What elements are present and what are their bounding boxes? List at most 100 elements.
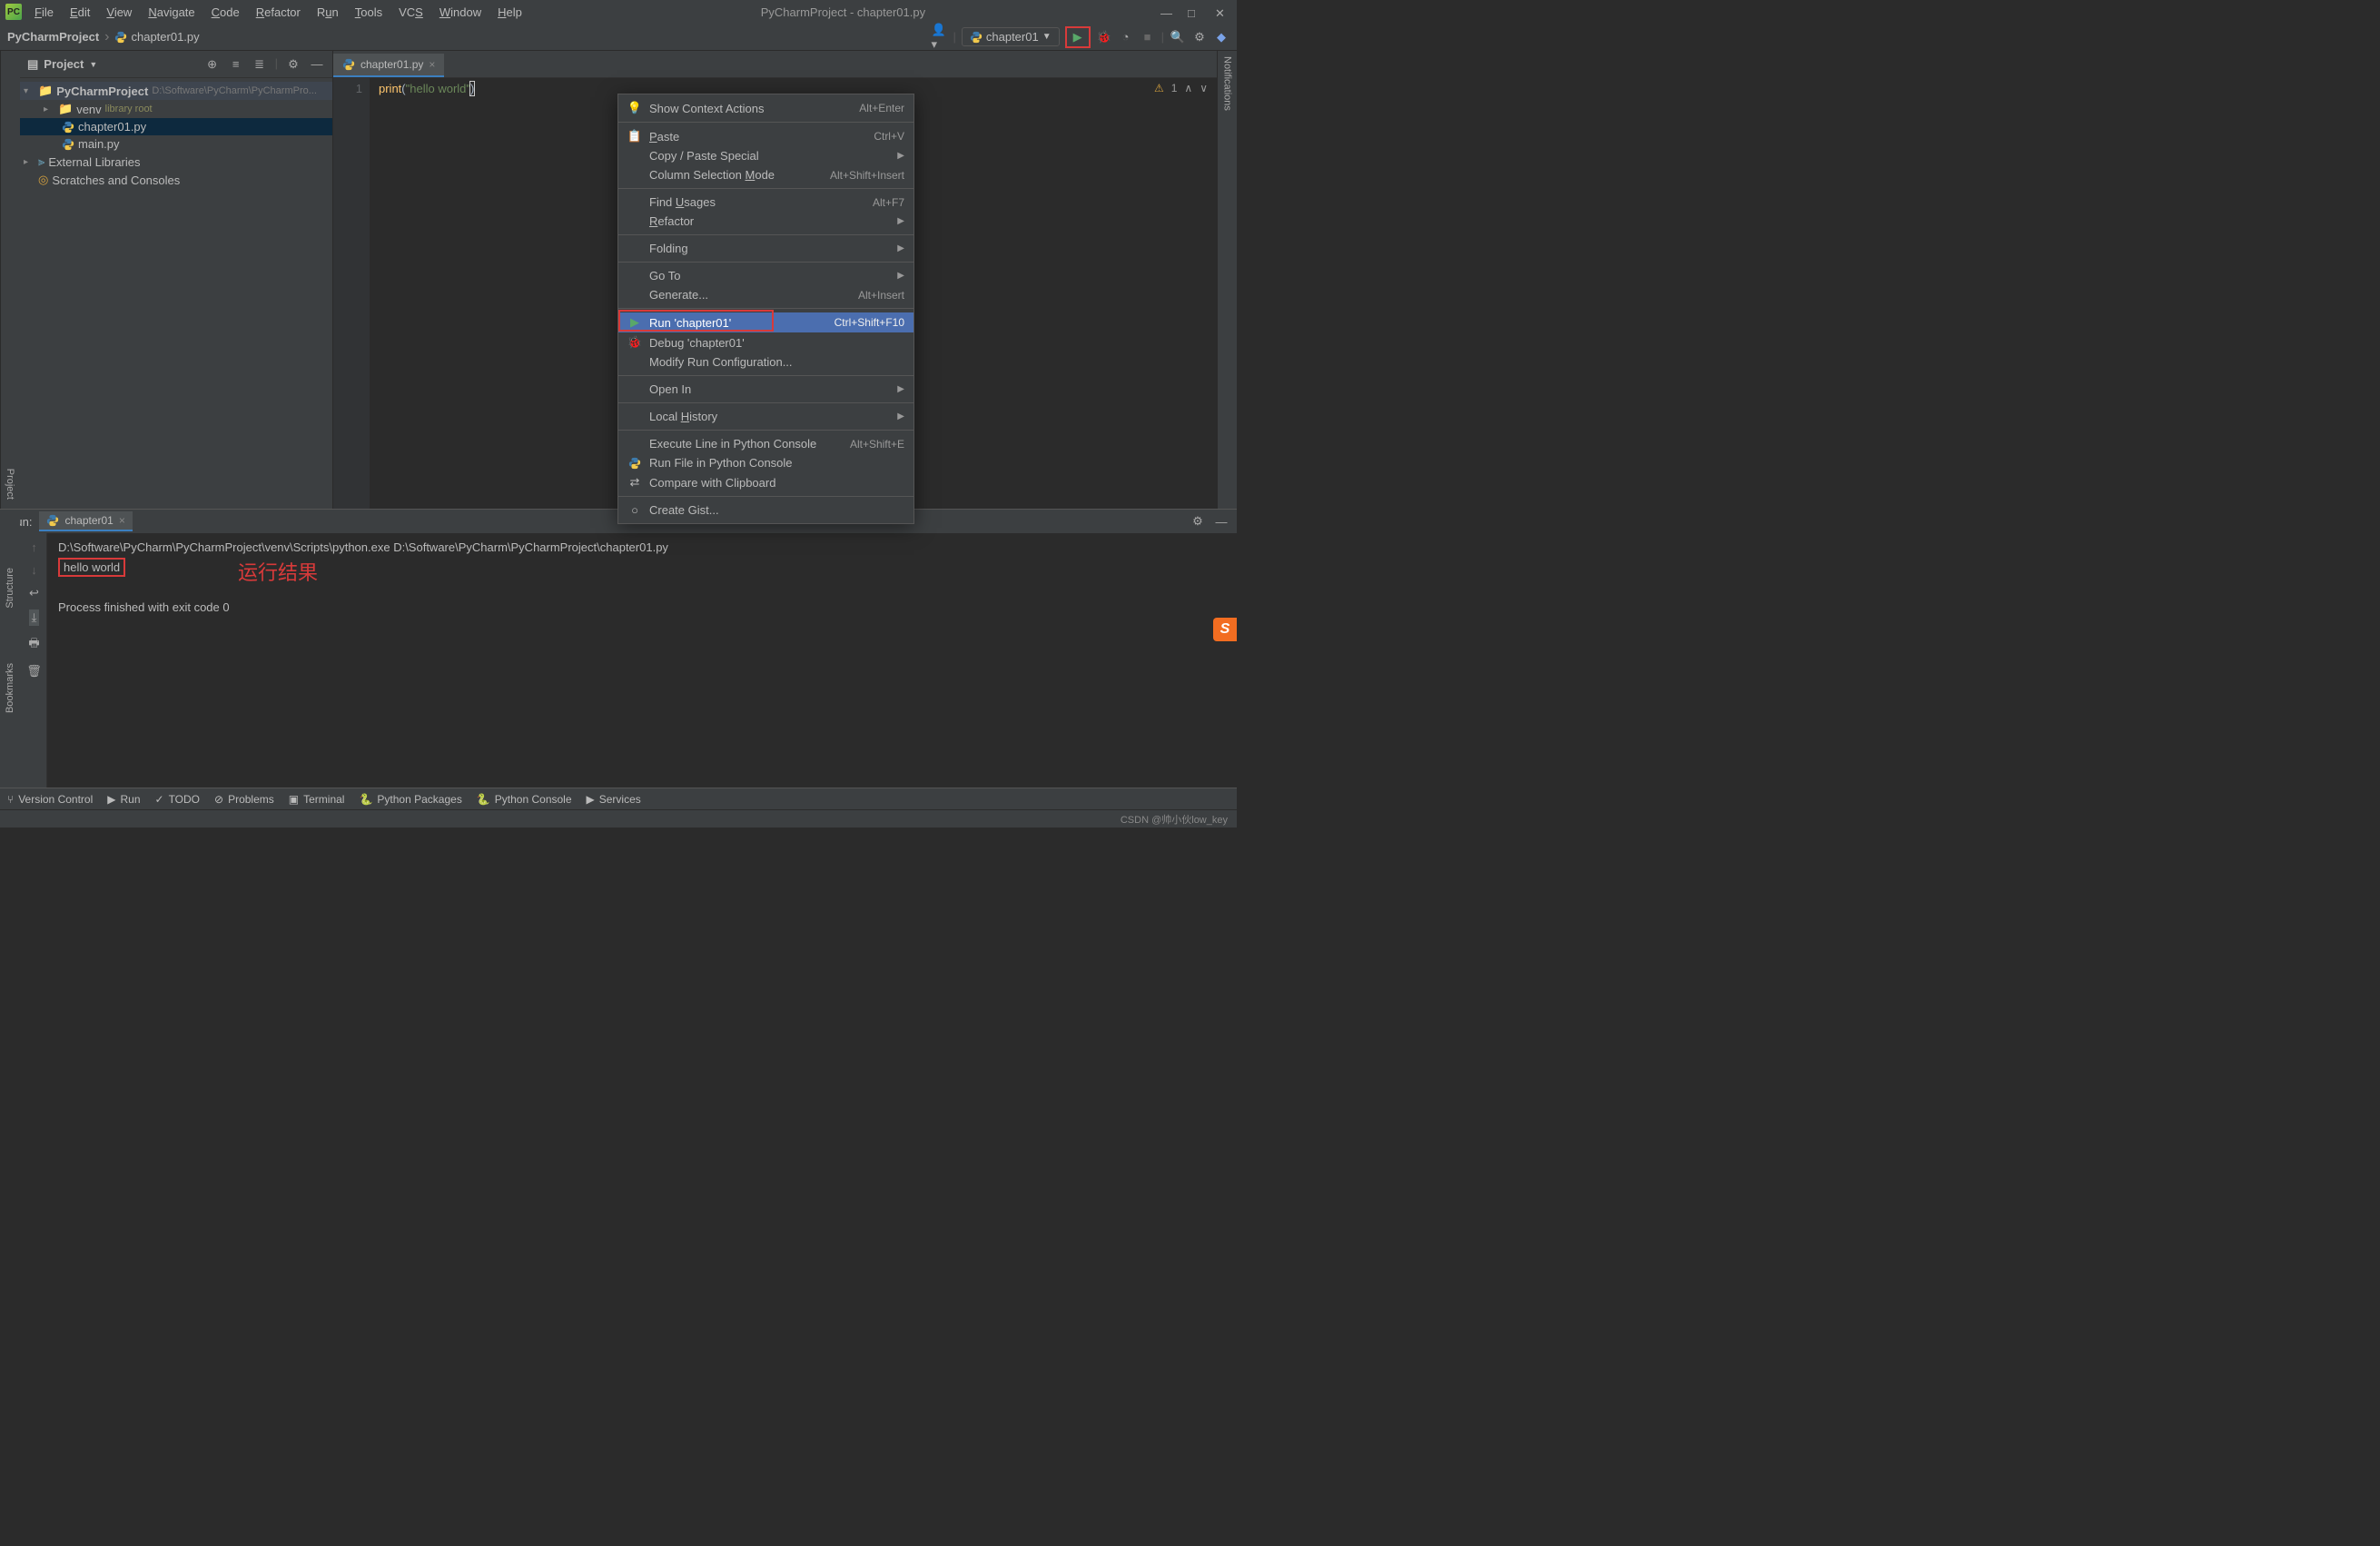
structure-tab[interactable]: Structure xyxy=(5,568,15,609)
cm-open-in[interactable]: Open In ▶ xyxy=(618,380,913,399)
run-icon[interactable]: ▶ xyxy=(1070,29,1086,45)
cm-execute-line[interactable]: Execute Line in Python Console Alt+Shift… xyxy=(618,434,913,453)
console-line-command: D:\Software\PyCharm\PyCharmProject\venv\… xyxy=(58,540,1226,554)
editor-inspections[interactable]: ⚠ 1 ∧ ∨ xyxy=(1154,82,1208,94)
console-output[interactable]: D:\Software\PyCharm\PyCharmProject\venv\… xyxy=(47,533,1237,788)
cm-column-selection[interactable]: Column Selection Mode Alt+Shift+Insert xyxy=(618,165,913,184)
debug-icon[interactable]: 🐞 xyxy=(1096,29,1112,45)
cm-find-usages[interactable]: Find Usages Alt+F7 xyxy=(618,193,913,212)
print-icon[interactable]: 🖶 xyxy=(28,635,39,655)
project-title[interactable]: ▤ Project ▼ xyxy=(27,57,97,72)
project-tool-tab[interactable]: Project xyxy=(5,469,16,500)
project-tree: ▾ 📁 PyCharmProject D:\Software\PyCharm\P… xyxy=(20,78,332,193)
expand-icon[interactable]: ≡ xyxy=(228,56,244,73)
menu-vcs[interactable]: VCS xyxy=(395,4,427,21)
chevron-right-icon: ▶ xyxy=(897,216,904,226)
target-icon[interactable]: ⊕ xyxy=(204,56,221,73)
prev-highlight-icon[interactable]: ∧ xyxy=(1184,82,1192,94)
scroll-end-icon[interactable]: ⤓ xyxy=(29,609,40,626)
user-icon[interactable]: 👤▾ xyxy=(931,29,947,45)
services-tab[interactable]: ▶Services xyxy=(587,793,641,806)
settings-icon[interactable]: ⚙ xyxy=(1191,29,1208,45)
cm-shortcut: Alt+Enter xyxy=(859,102,904,114)
fold-open-icon[interactable]: ▾ xyxy=(24,86,35,96)
menu-file[interactable]: File xyxy=(31,4,57,21)
menu-view[interactable]: View xyxy=(103,4,135,21)
cm-debug[interactable]: 🐞 Debug 'chapter01' xyxy=(618,332,913,352)
trash-icon[interactable]: 🗑 xyxy=(26,664,42,679)
cm-run[interactable]: ▶ Run 'chapter01' Ctrl+Shift+F10 xyxy=(618,312,913,332)
menu-refactor[interactable]: Refactor xyxy=(252,4,304,21)
run-tab[interactable]: ▶Run xyxy=(107,793,140,806)
tree-scratches[interactable]: ◎ Scratches and Consoles xyxy=(20,171,332,189)
coverage-icon[interactable]: ◔ xyxy=(1118,29,1134,45)
up-icon[interactable]: ↑ xyxy=(31,540,37,554)
vcs-tab[interactable]: ⑂Version Control xyxy=(7,793,93,806)
tree-root[interactable]: ▾ 📁 PyCharmProject D:\Software\PyCharm\P… xyxy=(20,82,332,100)
cm-compare-clipboard[interactable]: ⇄ Compare with Clipboard xyxy=(618,472,913,492)
run-config-selector[interactable]: chapter01 ▼ xyxy=(962,27,1060,46)
cm-refactor[interactable]: Refactor ▶ xyxy=(618,212,913,231)
gear-icon[interactable]: ⚙ xyxy=(285,56,301,73)
stop-icon[interactable]: ■ xyxy=(1140,29,1156,45)
sogou-icon[interactable]: S xyxy=(1213,618,1237,641)
menu-window[interactable]: Window xyxy=(436,4,485,21)
run-panel: Run: chapter01 × ⚙ — ▶ 🔧 ■ ⫿ 📌 ↑ ↓ ↩ ⤓ 🖶… xyxy=(0,509,1237,788)
search-icon[interactable]: 🔍 xyxy=(1170,29,1186,45)
soft-wrap-icon[interactable]: ↩ xyxy=(29,586,39,600)
hide-icon[interactable]: — xyxy=(1213,513,1230,530)
cm-create-gist[interactable]: ○ Create Gist... xyxy=(618,500,913,520)
menu-edit[interactable]: Edit xyxy=(66,4,94,21)
close-tab-icon[interactable]: × xyxy=(429,58,435,71)
cm-copy-paste-special[interactable]: Copy / Paste Special ▶ xyxy=(618,146,913,165)
down-icon[interactable]: ↓ xyxy=(31,563,37,577)
collapse-icon[interactable]: ≣ xyxy=(252,56,268,73)
warning-count: 1 xyxy=(1171,82,1178,94)
gear-icon[interactable]: ⚙ xyxy=(1190,513,1206,530)
tree-external-libraries[interactable]: ▸ ⫸ External Libraries xyxy=(20,153,332,171)
problems-tab[interactable]: ⊘Problems xyxy=(214,793,274,806)
space-icon[interactable]: ◆ xyxy=(1213,29,1230,45)
editor-tab-chapter01[interactable]: chapter01.py × xyxy=(333,54,444,77)
menu-navigate[interactable]: Navigate xyxy=(144,4,198,21)
chevron-right-icon: ▶ xyxy=(897,243,904,253)
minimize-icon[interactable]: — xyxy=(1160,6,1171,17)
breadcrumb-file[interactable]: chapter01.py xyxy=(114,30,199,44)
code-fn: print xyxy=(379,82,401,95)
tree-file-chapter01[interactable]: chapter01.py xyxy=(20,118,332,135)
cm-modify-run-config[interactable]: Modify Run Configuration... xyxy=(618,352,913,372)
cm-label: Show Context Actions xyxy=(649,102,852,115)
highlighted-output: hello world xyxy=(58,558,125,577)
todo-tab[interactable]: ✓TODO xyxy=(155,793,201,806)
notifications-tab[interactable]: Notifications xyxy=(1222,56,1233,111)
cm-run-file-console[interactable]: Run File in Python Console xyxy=(618,453,913,472)
tree-venv[interactable]: ▸ 📁 venv library root xyxy=(20,100,332,118)
terminal-tab[interactable]: ▣Terminal xyxy=(289,793,345,806)
fold-closed-icon[interactable]: ▸ xyxy=(44,104,54,114)
cm-show-context-actions[interactable]: 💡 Show Context Actions Alt+Enter xyxy=(618,98,913,118)
run-tab[interactable]: chapter01 × xyxy=(39,511,132,531)
maximize-icon[interactable]: □ xyxy=(1188,6,1199,17)
run-toolbar-console: ↑ ↓ ↩ ⤓ 🖶 🗑 xyxy=(22,533,47,788)
highlighted-run-button: ▶ xyxy=(1065,26,1091,48)
code-string: "hello world" xyxy=(406,82,470,95)
cm-folding[interactable]: Folding ▶ xyxy=(618,239,913,258)
tree-file-main[interactable]: main.py xyxy=(20,135,332,153)
cm-local-history[interactable]: Local History ▶ xyxy=(618,407,913,426)
menu-help[interactable]: Help xyxy=(494,4,526,21)
next-highlight-icon[interactable]: ∨ xyxy=(1200,82,1208,94)
breadcrumb-project[interactable]: PyCharmProject xyxy=(7,30,99,44)
fold-closed-icon[interactable]: ▸ xyxy=(24,157,35,167)
python-console-tab[interactable]: 🐍Python Console xyxy=(477,793,572,806)
cm-paste[interactable]: 📋 Paste Ctrl+V xyxy=(618,126,913,146)
menu-code[interactable]: Code xyxy=(208,4,243,21)
close-tab-icon[interactable]: × xyxy=(119,514,125,527)
close-icon[interactable]: ✕ xyxy=(1215,6,1226,17)
menu-tools[interactable]: Tools xyxy=(351,4,386,21)
menu-run[interactable]: Run xyxy=(313,4,342,21)
python-packages-tab[interactable]: 🐍Python Packages xyxy=(359,793,461,806)
hide-icon[interactable]: — xyxy=(309,56,325,73)
cm-generate[interactable]: Generate... Alt+Insert xyxy=(618,285,913,304)
bookmarks-tab[interactable]: Bookmarks xyxy=(5,663,15,713)
cm-goto[interactable]: Go To ▶ xyxy=(618,266,913,285)
